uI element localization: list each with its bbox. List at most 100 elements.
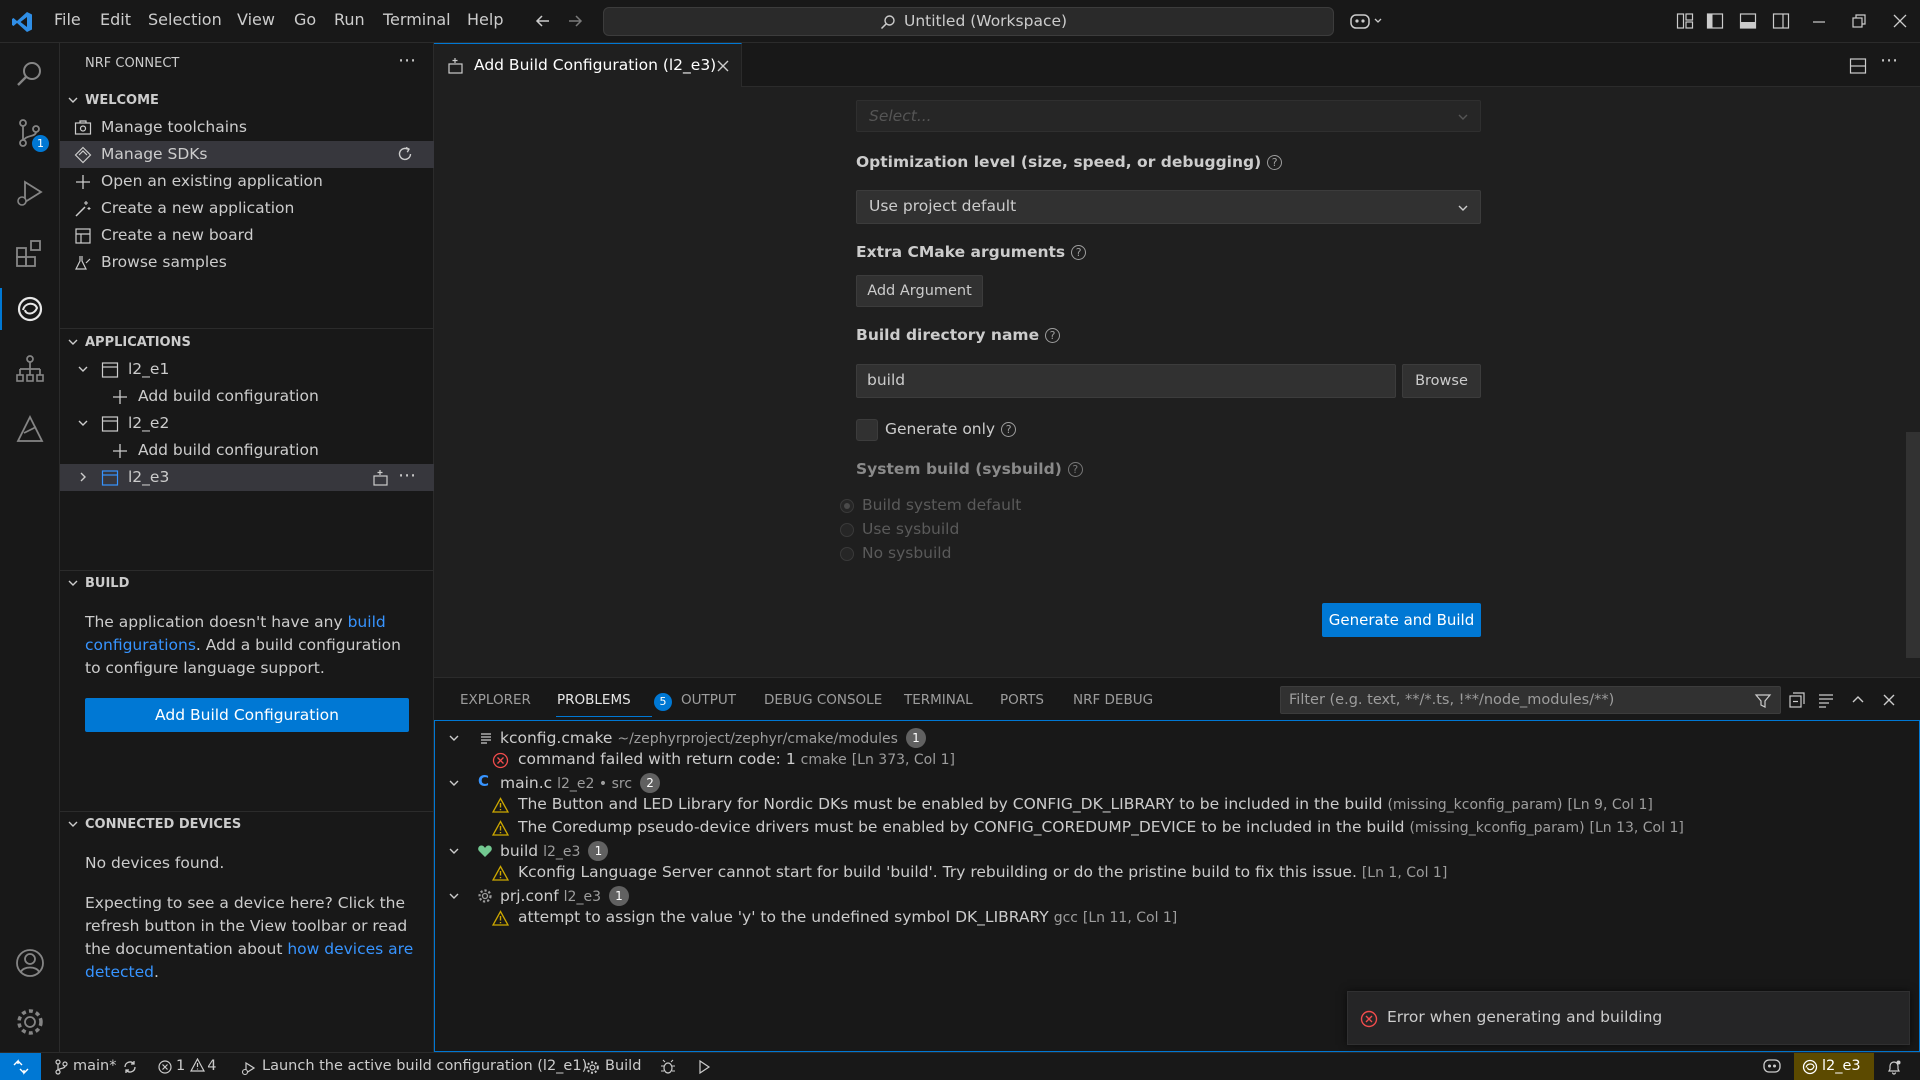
notifications-bell-icon[interactable] — [1886, 1059, 1902, 1075]
refresh-icon[interactable] — [396, 145, 414, 163]
run-icon[interactable] — [697, 1059, 711, 1075]
forward-arrow-icon[interactable] — [566, 12, 584, 30]
panel-tab-terminal[interactable]: TERMINAL — [904, 692, 973, 708]
menu-run[interactable]: Run — [334, 10, 365, 29]
close-window-icon[interactable] — [1892, 12, 1908, 30]
panel-tab-explorer[interactable]: EXPLORER — [460, 692, 531, 708]
minimize-icon[interactable] — [1811, 12, 1827, 30]
welcome-item-open-application[interactable]: Open an existing application — [60, 168, 434, 195]
run-debug-icon[interactable] — [14, 177, 46, 209]
help-icon[interactable]: ? — [1001, 422, 1017, 437]
sysbuild-option-default[interactable]: Build system default — [840, 496, 1021, 514]
build-configurations-link-2[interactable]: configurations — [85, 636, 196, 654]
tab-add-build-configuration[interactable]: Add Build Configuration (l2_e3) — [434, 43, 742, 87]
build-section-header[interactable]: BUILD — [60, 571, 434, 597]
restore-icon[interactable] — [1851, 12, 1867, 30]
radio-label: No sysbuild — [862, 544, 952, 562]
radio-button[interactable] — [840, 499, 854, 513]
memory-report-icon[interactable] — [14, 413, 46, 445]
radio-button[interactable] — [840, 523, 854, 537]
menu-selection[interactable]: Selection — [148, 10, 222, 29]
add-build-config-icon[interactable] — [372, 469, 390, 487]
generate-only-checkbox[interactable] — [856, 419, 878, 441]
applications-section-header[interactable]: APPLICATIONS — [60, 330, 434, 356]
app-item-l2-e3[interactable]: l2_e3 ⋯ — [60, 464, 434, 491]
branch-status[interactable]: main* — [54, 1058, 116, 1075]
close-tab-icon[interactable] — [716, 59, 730, 73]
copilot-status-icon[interactable] — [1762, 1058, 1782, 1074]
board-target-select[interactable]: Select... — [856, 100, 1481, 132]
radio-button[interactable] — [840, 547, 854, 561]
menu-file[interactable]: File — [54, 10, 81, 29]
back-arrow-icon[interactable] — [534, 12, 552, 30]
add-argument-button[interactable]: Add Argument — [856, 275, 983, 307]
build-dir-input[interactable]: build — [856, 364, 1396, 398]
welcome-section-header[interactable]: WELCOME — [60, 88, 434, 114]
welcome-item-create-board[interactable]: Create a new board — [60, 222, 434, 249]
active-app-status[interactable]: l2_e3 — [1794, 1053, 1874, 1080]
remote-indicator[interactable] — [0, 1053, 41, 1080]
toggle-secondary-sidebar-icon[interactable] — [1772, 12, 1790, 30]
extensions-icon[interactable] — [14, 237, 46, 269]
collapse-all-icon[interactable] — [1788, 691, 1806, 709]
panel-tab-nrf-debug[interactable]: NRF DEBUG — [1073, 692, 1153, 708]
welcome-item-create-application[interactable]: Create a new application — [60, 195, 434, 222]
welcome-item-manage-sdks[interactable]: Manage SDKs — [60, 141, 434, 168]
app-item-l2-e1[interactable]: l2_e1 — [60, 356, 434, 383]
launch-build-status[interactable]: Launch the active build configuration (l… — [241, 1058, 587, 1076]
command-center[interactable]: Untitled (Workspace) — [603, 7, 1334, 36]
maximize-panel-icon[interactable] — [1849, 691, 1867, 709]
menu-edit[interactable]: Edit — [100, 10, 131, 29]
panel-tab-debug-console[interactable]: DEBUG CONSOLE — [764, 692, 882, 708]
menu-go[interactable]: Go — [294, 10, 316, 29]
split-editor-icon[interactable] — [1849, 57, 1867, 75]
welcome-item-browse-samples[interactable]: Browse samples — [60, 249, 434, 276]
error-notification[interactable]: Error when generating and building — [1347, 991, 1910, 1045]
manage-gear-icon[interactable] — [14, 1006, 46, 1038]
browse-button[interactable]: Browse — [1402, 364, 1481, 398]
panel-tab-output[interactable]: OUTPUT — [681, 692, 736, 708]
problems-status[interactable]: 14 — [158, 1058, 216, 1074]
toggle-panel-icon[interactable] — [1739, 12, 1757, 30]
menu-view[interactable]: View — [237, 10, 275, 29]
add-build-configuration-button[interactable]: Add Build Configuration — [85, 698, 409, 732]
nrf-connect-icon[interactable] — [14, 293, 46, 325]
panel-tab-ports[interactable]: PORTS — [1000, 692, 1044, 708]
view-as-table-icon[interactable] — [1817, 691, 1835, 709]
sysbuild-option-none[interactable]: No sysbuild — [840, 544, 952, 562]
customize-layout-icon[interactable] — [1676, 12, 1694, 30]
editor-scrollbar-thumb[interactable] — [1906, 432, 1920, 658]
copilot-icon[interactable] — [1349, 10, 1385, 32]
generate-and-build-button[interactable]: Generate and Build — [1322, 603, 1481, 637]
toggle-primary-sidebar-icon[interactable] — [1706, 12, 1724, 30]
search-view-icon[interactable] — [14, 58, 46, 90]
menu-help[interactable]: Help — [467, 10, 503, 29]
debug-icon[interactable] — [660, 1059, 676, 1075]
source-control-icon[interactable]: 1 — [14, 117, 49, 152]
add-build-config-l2-e2[interactable]: Add build configuration — [60, 437, 434, 464]
accounts-icon[interactable] — [14, 947, 46, 979]
panel-tab-problems[interactable]: PROBLEMS 5 — [557, 692, 672, 711]
build-configurations-link[interactable]: build — [348, 613, 386, 631]
filter-icon[interactable] — [1754, 692, 1772, 710]
sync-icon[interactable] — [122, 1059, 138, 1075]
heart-icon — [477, 843, 493, 859]
close-panel-icon[interactable] — [1880, 691, 1898, 709]
help-icon[interactable]: ? — [1267, 155, 1283, 170]
sysbuild-option-use[interactable]: Use sysbuild — [840, 520, 959, 538]
menu-terminal[interactable]: Terminal — [383, 10, 451, 29]
add-build-config-l2-e1[interactable]: Add build configuration — [60, 383, 434, 410]
welcome-item-manage-toolchains[interactable]: Manage toolchains — [60, 114, 434, 141]
device-tree-icon[interactable] — [14, 353, 46, 385]
connected-devices-section-header[interactable]: CONNECTED DEVICES — [60, 812, 434, 838]
help-icon[interactable]: ? — [1045, 328, 1061, 343]
app-item-l2-e2[interactable]: l2_e2 — [60, 410, 434, 437]
build-status[interactable]: Build — [585, 1058, 641, 1074]
help-icon[interactable]: ? — [1067, 462, 1083, 477]
more-actions-icon[interactable]: ⋯ — [398, 50, 416, 71]
more-actions-icon[interactable]: ⋯ — [398, 465, 416, 486]
optimization-select[interactable]: Use project default — [856, 190, 1481, 224]
help-icon[interactable]: ? — [1071, 245, 1087, 260]
problems-filter-input[interactable]: Filter (e.g. text, **/*.ts, !**/node_mod… — [1280, 686, 1781, 714]
editor-more-actions-icon[interactable]: ⋯ — [1880, 50, 1898, 71]
